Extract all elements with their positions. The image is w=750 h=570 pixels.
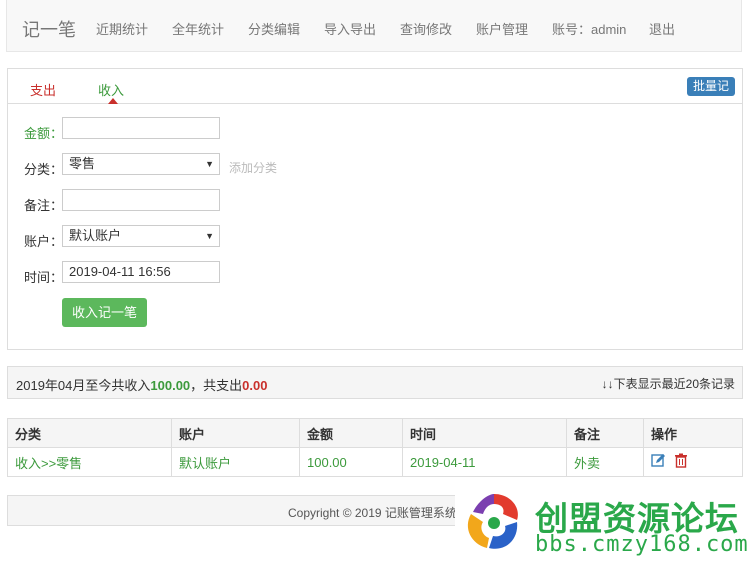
account-selected-value: 默认账户 <box>69 228 122 243</box>
summary-expense-total: 0.00 <box>242 378 268 393</box>
nav-logout[interactable]: 退出 <box>649 19 675 38</box>
cell-account: 默认账户 <box>171 447 300 477</box>
col-header-category: 分类 <box>7 418 172 448</box>
nav-query-edit[interactable]: 查询修改 <box>400 19 452 38</box>
cell-actions <box>643 447 743 477</box>
dropdown-arrow-icon: ▼ <box>205 231 214 241</box>
summary-bar: 2019年04月至今共收入100.00，共支出0.00 ↓↓下表显示最近20条记… <box>7 366 743 399</box>
account-select[interactable]: 默认账户 ▼ <box>62 225 220 247</box>
nav-recent-stats[interactable]: 近期统计 <box>96 19 148 38</box>
cell-note: 外卖 <box>566 447 644 477</box>
summary-income-total: 100.00 <box>150 378 191 393</box>
category-select[interactable]: 零售 ▼ <box>62 153 220 175</box>
dropdown-arrow-icon: ▼ <box>205 159 214 169</box>
col-header-actions: 操作 <box>643 418 743 448</box>
brand-logo[interactable]: 记一笔 <box>22 16 76 42</box>
category-selected-value: 零售 <box>69 156 96 171</box>
copyright-text: Copyright © 2019 记账管理系统 <box>288 506 457 520</box>
col-header-note: 备注 <box>566 418 644 448</box>
amount-input[interactable] <box>62 117 220 139</box>
account-label: 账户： <box>24 234 64 249</box>
time-input[interactable]: 2019-04-11 16:56 <box>62 261 220 283</box>
watermark-url: bbs.cmzy168.com <box>535 532 749 557</box>
entry-tabs: 支出 收入 批量记 <box>8 69 742 104</box>
cell-amount: 100.00 <box>299 447 403 477</box>
recent-records-hint: ↓↓下表显示最近20条记录 <box>601 377 735 391</box>
nav-import-export[interactable]: 导入导出 <box>324 19 376 38</box>
nav-username[interactable]: 账号：admin <box>552 19 626 38</box>
note-input[interactable] <box>62 189 220 211</box>
col-header-account: 账户 <box>171 418 300 448</box>
watermark-logo-icon <box>467 494 518 549</box>
summary-prefix: 2019年04月至今共收入 <box>16 378 151 393</box>
note-label: 备注： <box>24 198 64 213</box>
category-label: 分类： <box>24 162 64 177</box>
forum-watermark: 创盟资源论坛 bbs.cmzy168.com <box>455 482 748 564</box>
tab-expense[interactable]: 支出 <box>30 80 56 99</box>
active-tab-indicator <box>108 98 118 104</box>
top-navbar: 记一笔 近期统计 全年统计 分类编辑 导入导出 查询修改 账户管理 账号：adm… <box>6 0 742 52</box>
delete-icon[interactable] <box>674 453 688 471</box>
tab-income[interactable]: 收入 <box>98 80 124 99</box>
table-header-row: 分类 账户 金额 时间 备注 操作 <box>7 418 743 448</box>
nav-account-manage[interactable]: 账户管理 <box>476 19 528 38</box>
batch-record-button[interactable]: 批量记 <box>686 77 735 96</box>
summary-text: 2019年04月至今共收入100.00，共支出0.00 <box>16 375 267 394</box>
cell-time: 2019-04-11 <box>402 447 567 477</box>
edit-icon[interactable] <box>651 453 666 471</box>
summary-middle: ，共支出 <box>190 378 243 393</box>
col-header-time: 时间 <box>402 418 567 448</box>
add-category-link[interactable]: 添加分类 <box>229 159 277 176</box>
time-label: 时间： <box>24 270 64 285</box>
nav-category-edit[interactable]: 分类编辑 <box>248 19 300 38</box>
col-header-amount: 金额 <box>299 418 403 448</box>
records-table: 分类 账户 金额 时间 备注 操作 收入>>零售 默认账户 100.00 201… <box>7 418 743 477</box>
amount-label: 金额： <box>24 126 64 141</box>
cell-category: 收入>>零售 <box>7 447 172 477</box>
submit-income-button[interactable]: 收入记一笔 <box>62 298 147 327</box>
entry-panel: 支出 收入 批量记 金额： 分类： 零售 ▼ 添加分类 备注： 账户： 默认账户… <box>7 68 743 350</box>
table-row: 收入>>零售 默认账户 100.00 2019-04-11 外卖 <box>7 447 743 477</box>
nav-yearly-stats[interactable]: 全年统计 <box>172 19 224 38</box>
